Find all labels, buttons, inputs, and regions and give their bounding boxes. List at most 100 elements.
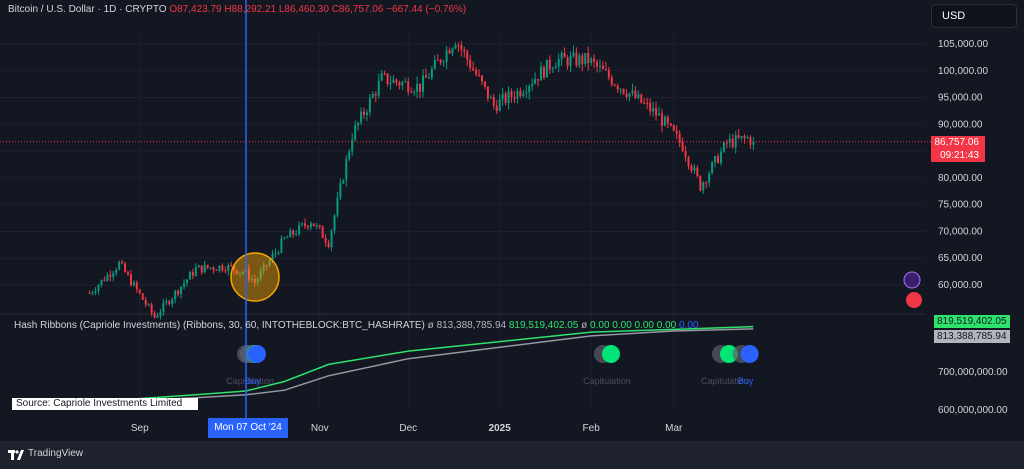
indicator-value-fast: 819,519,402.05 bbox=[508, 320, 579, 331]
candle-body bbox=[121, 261, 124, 264]
indicator-mark: ø bbox=[427, 320, 434, 331]
candle-body bbox=[127, 272, 129, 275]
indicator-name: Hash Ribbons (Capriole Investments) (Rib… bbox=[14, 320, 425, 331]
time-axis-label: Dec bbox=[399, 423, 417, 434]
candle-body bbox=[658, 113, 660, 116]
candle-body bbox=[274, 252, 277, 255]
candle-body bbox=[507, 91, 510, 103]
candle-body bbox=[717, 156, 719, 163]
candle-body bbox=[94, 291, 97, 293]
candle-body bbox=[88, 293, 91, 295]
capitulation-label: Capitulation bbox=[583, 376, 631, 386]
candle-body bbox=[306, 225, 309, 228]
candle-body bbox=[357, 122, 360, 126]
candle-body bbox=[516, 90, 519, 99]
candle-body bbox=[330, 230, 333, 248]
indicator-header: Hash Ribbons (Capriole Investments) (Rib… bbox=[14, 320, 698, 331]
chart-canvas[interactable]: 105,000.00100,000.0095,000.0090,000.0085… bbox=[0, 0, 1024, 441]
candle-body bbox=[705, 182, 708, 184]
indicator-zero-values: 0.00 0.00 0.00 0.00 bbox=[590, 320, 677, 331]
time-axis-label: Mar bbox=[665, 423, 683, 434]
candle-body bbox=[587, 52, 590, 63]
candle-body bbox=[377, 80, 380, 96]
candle-body bbox=[298, 224, 301, 235]
candle-body bbox=[289, 230, 292, 238]
last-price-tag: 86,757.06 09:21:43 bbox=[931, 136, 985, 162]
candle-body bbox=[191, 272, 194, 276]
candle-body bbox=[309, 223, 312, 228]
candle-body bbox=[147, 304, 150, 306]
candle-body bbox=[159, 312, 162, 316]
candle-body bbox=[203, 264, 206, 273]
candle-body bbox=[725, 142, 728, 144]
candle-body bbox=[410, 91, 413, 93]
candle-body bbox=[708, 173, 711, 183]
price-axis-label: 75,000.00 bbox=[938, 200, 983, 211]
price-axis-label: 105,000.00 bbox=[938, 39, 988, 50]
candle-body bbox=[687, 157, 690, 166]
candle-body bbox=[212, 267, 215, 270]
candle-body bbox=[109, 274, 112, 277]
candle-body bbox=[442, 61, 445, 63]
source-label: Source: Capriole Investments Limited bbox=[12, 398, 198, 410]
tradingview-brand[interactable]: TradingView bbox=[28, 448, 83, 459]
price-axis-label: 70,000.00 bbox=[938, 226, 983, 237]
candle-body bbox=[660, 113, 663, 126]
candle-body bbox=[183, 283, 186, 287]
time-axis-label: 2025 bbox=[489, 423, 512, 434]
price-axis-label: 90,000.00 bbox=[938, 119, 983, 130]
candle-body bbox=[504, 93, 507, 103]
candle-body bbox=[315, 225, 318, 227]
currency-button[interactable]: USD bbox=[931, 4, 1017, 28]
ribbon-slow-tag: 813,388,785.94 bbox=[934, 330, 1010, 343]
candle-body bbox=[714, 156, 717, 163]
candle-body bbox=[324, 237, 327, 243]
candle-body bbox=[513, 96, 516, 99]
candle-body bbox=[439, 59, 442, 63]
candle-body bbox=[492, 97, 495, 106]
candle-body bbox=[286, 237, 289, 239]
candle-body bbox=[628, 93, 631, 98]
candle-body bbox=[545, 59, 548, 78]
candle-body bbox=[383, 73, 386, 75]
candle-body bbox=[569, 55, 572, 66]
candle-body bbox=[604, 69, 607, 71]
candle-body bbox=[696, 167, 699, 176]
candle-body bbox=[141, 293, 144, 300]
candle-body bbox=[230, 264, 233, 266]
candle-body bbox=[749, 137, 752, 145]
candle-body bbox=[312, 223, 315, 227]
candle-body bbox=[684, 151, 687, 158]
candle-body bbox=[690, 165, 693, 171]
candle-body bbox=[401, 82, 404, 86]
highlight-circle bbox=[230, 252, 280, 302]
tradingview-logo-icon[interactable] bbox=[8, 449, 24, 461]
candle-body bbox=[640, 94, 643, 103]
price-axis-label: 100,000.00 bbox=[938, 66, 988, 77]
candle-body bbox=[743, 136, 746, 138]
price-axis-label: 65,000.00 bbox=[938, 253, 983, 264]
candle-body bbox=[342, 180, 345, 184]
footer-bar: TradingView bbox=[0, 441, 1024, 469]
candle-body bbox=[150, 304, 153, 313]
candle-body bbox=[634, 90, 637, 98]
candle-body bbox=[301, 223, 304, 225]
candle-body bbox=[97, 285, 100, 292]
candle-body bbox=[200, 265, 203, 273]
candle-body bbox=[652, 108, 655, 112]
candle-body bbox=[719, 151, 722, 163]
time-axis-label: Sep bbox=[131, 423, 149, 434]
candle-body bbox=[162, 302, 165, 313]
candle-body bbox=[186, 279, 188, 284]
candle-body bbox=[445, 50, 448, 62]
price-axis-label: 80,000.00 bbox=[938, 173, 983, 184]
candle-body bbox=[374, 94, 377, 96]
candle-body bbox=[209, 267, 212, 269]
candle-body bbox=[156, 315, 159, 318]
candle-body bbox=[469, 59, 472, 69]
candle-body bbox=[596, 61, 599, 67]
candle-body bbox=[540, 66, 542, 81]
candle-body bbox=[495, 105, 498, 111]
candle-body bbox=[702, 182, 705, 191]
buy-signal-dot bbox=[740, 345, 759, 363]
